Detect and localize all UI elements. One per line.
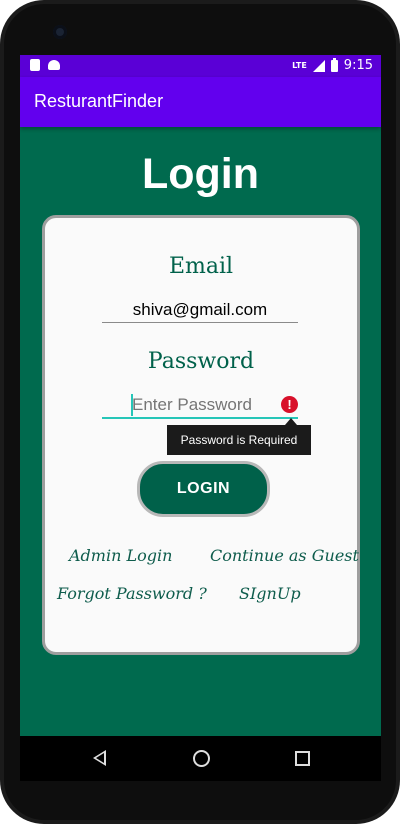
recent-apps-icon[interactable]: [295, 751, 310, 766]
login-card: Email Password ! Password is Required LO…: [42, 215, 360, 655]
home-icon[interactable]: [193, 750, 210, 767]
battery-icon: [330, 57, 338, 72]
camera-icon: [53, 25, 67, 39]
app-title: ResturantFinder: [34, 91, 164, 111]
status-bar: LTE 9:15: [20, 55, 381, 77]
password-label: Password: [147, 349, 255, 374]
app-screen: LTE 9:15 ResturantFinder Login Email Pas…: [20, 55, 381, 781]
error-icon: !: [281, 396, 298, 413]
network-type: LTE: [292, 61, 307, 70]
back-icon[interactable]: [93, 750, 106, 766]
forgot-password-link[interactable]: Forgot Password ?: [57, 584, 207, 603]
signup-link[interactable]: SIgnUp: [239, 584, 301, 603]
email-label: Email: [168, 254, 234, 279]
text-cursor: [131, 394, 133, 416]
admin-login-link[interactable]: Admin Login: [69, 546, 172, 565]
app-bar: ResturantFinder: [20, 77, 381, 127]
continue-as-guest-link[interactable]: Continue as Guest: [210, 546, 359, 565]
signal-icon: [312, 59, 325, 72]
email-field[interactable]: [102, 300, 298, 323]
password-error-tooltip: Password is Required: [167, 418, 311, 455]
page-title: Login: [141, 150, 259, 198]
android-icon: [48, 60, 60, 70]
navigation-bar: [20, 736, 381, 781]
login-button[interactable]: LOGIN: [137, 461, 270, 517]
status-time: 9:15: [343, 58, 373, 73]
sim-card-icon: [30, 59, 40, 71]
